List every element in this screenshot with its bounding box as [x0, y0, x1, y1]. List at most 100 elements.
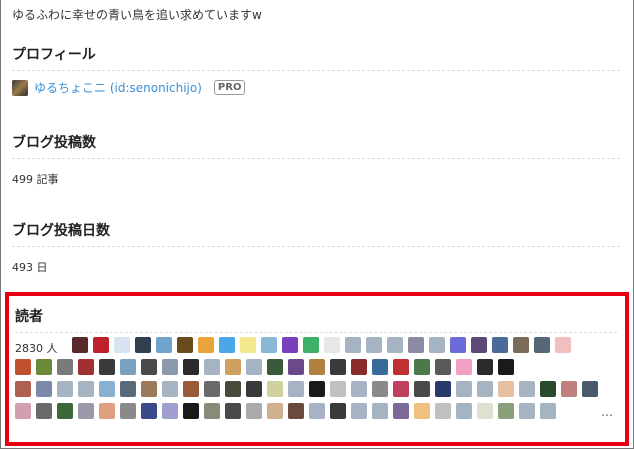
reader-avatar[interactable] — [78, 381, 94, 397]
reader-avatar[interactable] — [204, 359, 220, 375]
reader-avatar[interactable] — [309, 359, 325, 375]
reader-avatar[interactable] — [99, 403, 115, 419]
reader-avatar[interactable] — [267, 403, 283, 419]
reader-avatar[interactable] — [162, 381, 178, 397]
reader-avatar[interactable] — [15, 403, 31, 419]
reader-avatar[interactable] — [141, 359, 157, 375]
reader-avatar[interactable] — [36, 381, 52, 397]
reader-avatar[interactable] — [57, 359, 73, 375]
reader-avatar[interactable] — [309, 403, 325, 419]
reader-avatar[interactable] — [498, 403, 514, 419]
reader-avatar[interactable] — [492, 337, 508, 353]
reader-avatar[interactable] — [351, 403, 367, 419]
reader-avatar[interactable] — [351, 381, 367, 397]
reader-avatar[interactable] — [372, 403, 388, 419]
reader-avatar[interactable] — [267, 381, 283, 397]
reader-avatar[interactable] — [519, 381, 535, 397]
reader-avatar[interactable] — [387, 337, 403, 353]
reader-avatar[interactable] — [498, 381, 514, 397]
reader-avatar[interactable] — [225, 359, 241, 375]
reader-avatar[interactable] — [429, 337, 445, 353]
reader-avatar[interactable] — [351, 359, 367, 375]
reader-avatar[interactable] — [183, 381, 199, 397]
reader-avatar[interactable] — [246, 403, 262, 419]
reader-avatar[interactable] — [135, 337, 151, 353]
reader-avatar[interactable] — [450, 337, 466, 353]
reader-avatar[interactable] — [324, 337, 340, 353]
reader-avatar[interactable] — [498, 359, 514, 375]
reader-avatar[interactable] — [198, 337, 214, 353]
reader-avatar[interactable] — [162, 359, 178, 375]
reader-avatar[interactable] — [183, 403, 199, 419]
reader-avatar[interactable] — [555, 337, 571, 353]
reader-avatar[interactable] — [330, 403, 346, 419]
reader-avatar[interactable] — [393, 403, 409, 419]
reader-avatar[interactable] — [288, 403, 304, 419]
reader-avatar[interactable] — [225, 403, 241, 419]
reader-avatar[interactable] — [162, 403, 178, 419]
reader-avatar[interactable] — [288, 381, 304, 397]
reader-avatar[interactable] — [345, 337, 361, 353]
reader-avatar[interactable] — [114, 337, 130, 353]
reader-avatar[interactable] — [15, 359, 31, 375]
reader-avatar[interactable] — [288, 359, 304, 375]
reader-avatar[interactable] — [477, 381, 493, 397]
reader-avatar[interactable] — [477, 403, 493, 419]
reader-avatar[interactable] — [282, 337, 298, 353]
reader-avatar[interactable] — [141, 381, 157, 397]
reader-avatar[interactable] — [261, 337, 277, 353]
reader-avatar[interactable] — [414, 381, 430, 397]
reader-avatar[interactable] — [471, 337, 487, 353]
reader-avatar[interactable] — [513, 337, 529, 353]
reader-avatar[interactable] — [204, 403, 220, 419]
reader-avatar[interactable] — [36, 359, 52, 375]
reader-avatar[interactable] — [414, 359, 430, 375]
reader-avatar[interactable] — [372, 381, 388, 397]
reader-avatar[interactable] — [120, 359, 136, 375]
reader-avatar[interactable] — [330, 359, 346, 375]
reader-avatar[interactable] — [456, 403, 472, 419]
reader-avatar[interactable] — [456, 381, 472, 397]
reader-avatar[interactable] — [36, 403, 52, 419]
reader-avatar[interactable] — [78, 403, 94, 419]
reader-avatar[interactable] — [93, 337, 109, 353]
reader-avatar[interactable] — [246, 381, 262, 397]
reader-avatar[interactable] — [303, 337, 319, 353]
reader-avatar[interactable] — [477, 359, 493, 375]
reader-avatar[interactable] — [519, 403, 535, 419]
reader-avatar[interactable] — [366, 337, 382, 353]
reader-avatar[interactable] — [156, 337, 172, 353]
reader-avatar[interactable] — [561, 381, 577, 397]
reader-avatar[interactable] — [72, 337, 88, 353]
reader-avatar[interactable] — [540, 381, 556, 397]
reader-avatar[interactable] — [435, 359, 451, 375]
reader-avatar[interactable] — [204, 381, 220, 397]
reader-avatar[interactable] — [534, 337, 550, 353]
reader-avatar[interactable] — [456, 359, 472, 375]
reader-avatar[interactable] — [99, 359, 115, 375]
reader-avatar[interactable] — [57, 381, 73, 397]
reader-avatar[interactable] — [120, 381, 136, 397]
reader-avatar[interactable] — [240, 337, 256, 353]
user-name-link[interactable]: ゆるちょこニ (id:senonichijo) — [34, 79, 202, 96]
reader-avatar[interactable] — [99, 381, 115, 397]
reader-avatar[interactable] — [540, 403, 556, 419]
reader-avatar[interactable] — [393, 359, 409, 375]
reader-avatar[interactable] — [183, 359, 199, 375]
reader-avatar[interactable] — [120, 403, 136, 419]
reader-avatar[interactable] — [78, 359, 94, 375]
reader-avatar[interactable] — [330, 381, 346, 397]
reader-avatar[interactable] — [246, 359, 262, 375]
user-avatar[interactable] — [12, 79, 28, 96]
reader-avatar[interactable] — [219, 337, 235, 353]
more-readers-link[interactable]: … — [601, 405, 613, 419]
reader-avatar[interactable] — [309, 381, 325, 397]
reader-avatar[interactable] — [393, 381, 409, 397]
reader-avatar[interactable] — [408, 337, 424, 353]
reader-avatar[interactable] — [435, 381, 451, 397]
reader-avatar[interactable] — [57, 403, 73, 419]
reader-avatar[interactable] — [15, 381, 31, 397]
reader-avatar[interactable] — [177, 337, 193, 353]
reader-avatar[interactable] — [435, 403, 451, 419]
reader-avatar[interactable] — [267, 359, 283, 375]
